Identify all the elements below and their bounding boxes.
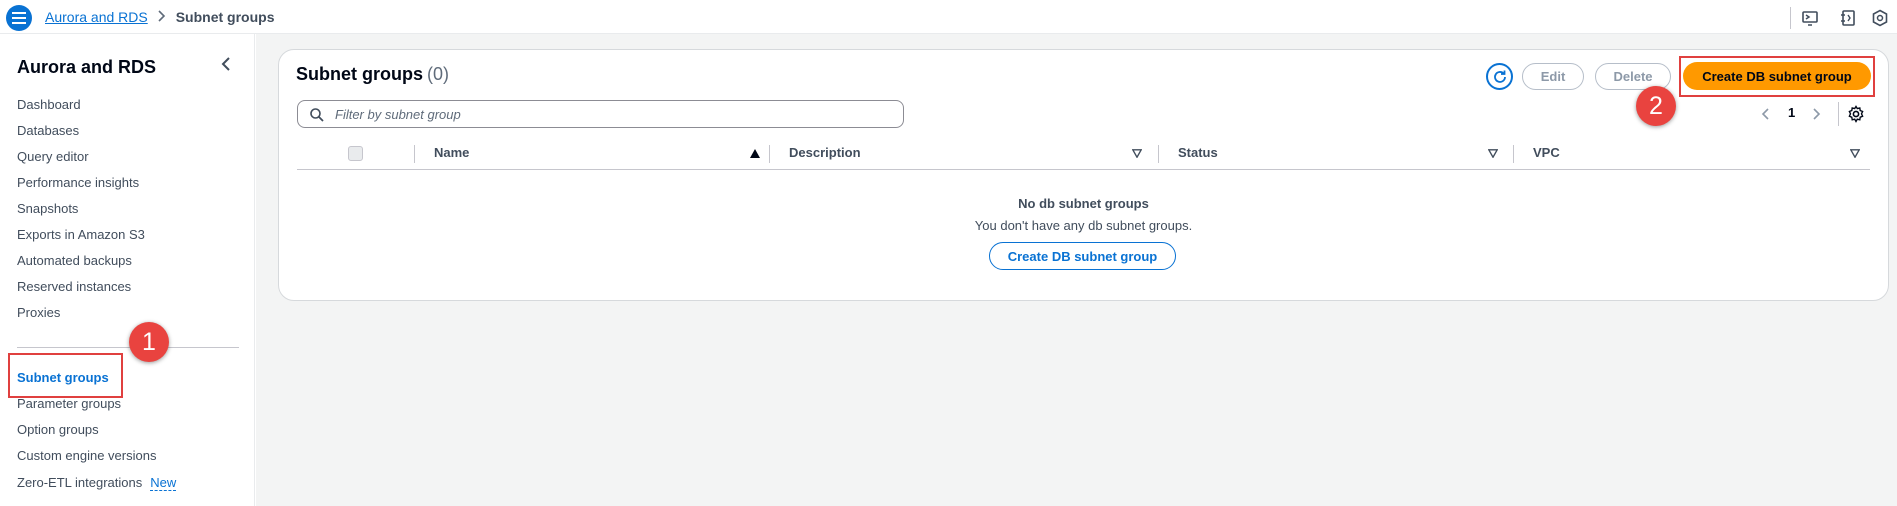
sidebar-item-databases[interactable]: Databases xyxy=(17,123,79,138)
empty-state-title: No db subnet groups xyxy=(1018,196,1149,211)
callout-1: 1 xyxy=(129,322,169,362)
sidebar-item-custom-engine-versions[interactable]: Custom engine versions xyxy=(17,448,156,463)
sidebar-title: Aurora and RDS xyxy=(17,57,157,77)
hexagon-settings-icon[interactable] xyxy=(1870,8,1890,28)
breadcrumb-current: Subnet groups xyxy=(175,9,275,25)
sidebar-item-parameter-groups[interactable]: Parameter groups xyxy=(17,396,121,411)
sidebar-item-automated-backups[interactable]: Automated backups xyxy=(17,253,132,268)
sidebar: Aurora and RDS Dashboard Databases Query… xyxy=(0,34,255,506)
sidebar-item-exports-s3[interactable]: Exports in Amazon S3 xyxy=(17,227,145,242)
breadcrumb: Aurora and RDS Subnet groups xyxy=(45,9,275,25)
chevron-left-icon[interactable] xyxy=(216,54,236,74)
sidebar-item-performance-insights[interactable]: Performance insights xyxy=(17,175,139,190)
sidebar-divider xyxy=(17,347,239,348)
sidebar-item-dashboard[interactable]: Dashboard xyxy=(17,97,81,112)
breadcrumb-link-aurora[interactable]: Aurora and RDS xyxy=(45,9,148,25)
sidebar-item-proxies[interactable]: Proxies xyxy=(17,305,60,320)
sidebar-item-reserved-instances[interactable]: Reserved instances xyxy=(17,279,131,294)
sidebar-item-zero-etl[interactable]: Zero-ETL integrations New xyxy=(17,475,177,491)
sidebar-item-snapshots[interactable]: Snapshots xyxy=(17,201,78,216)
chevron-right-icon xyxy=(158,9,166,25)
sidebar-item-query-editor[interactable]: Query editor xyxy=(17,149,89,164)
empty-create-db-subnet-group-button[interactable]: Create DB subnet group xyxy=(989,242,1176,270)
sidebar-item-option-groups[interactable]: Option groups xyxy=(17,422,99,437)
sidebar-item-label: Zero-ETL integrations xyxy=(17,475,143,490)
empty-state-description: You don't have any db subnet groups. xyxy=(974,218,1193,233)
highlight-box-subnet-groups xyxy=(8,353,123,398)
new-badge: New xyxy=(150,475,177,491)
menu-icon[interactable] xyxy=(6,5,32,31)
